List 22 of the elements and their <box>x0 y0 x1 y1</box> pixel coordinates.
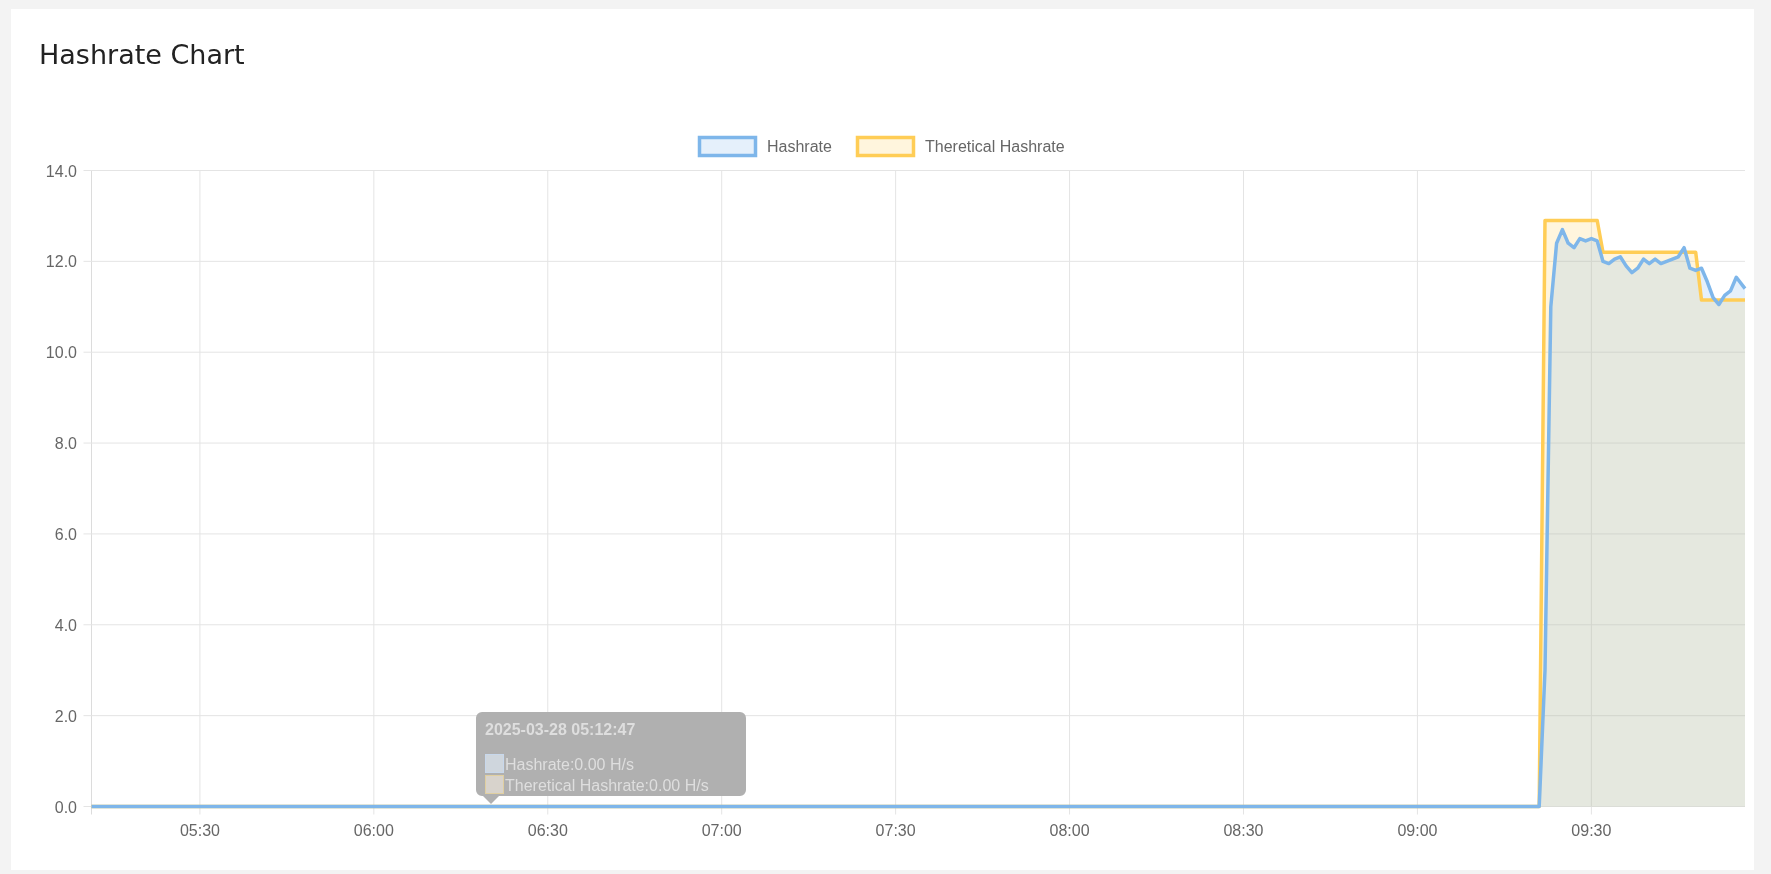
y-tick-label: 4.0 <box>54 616 77 634</box>
y-tick-label: 10.0 <box>45 344 77 362</box>
y-tick-label: 0.0 <box>54 798 77 816</box>
y-tick-label: 14.0 <box>45 162 77 180</box>
y-tick-label: 6.0 <box>54 525 77 543</box>
x-tick-label: 06:00 <box>353 822 394 839</box>
x-tick-label: 09:00 <box>1397 822 1438 839</box>
y-tick-label: 8.0 <box>54 435 77 453</box>
x-tick-label: 07:00 <box>701 822 742 839</box>
legend-swatch[interactable] <box>697 135 758 158</box>
chart-title: Hashrate Chart <box>38 38 246 72</box>
x-tick-label: 08:00 <box>1049 822 1090 839</box>
x-tick-label: 07:30 <box>875 822 916 839</box>
legend-label[interactable]: Hashrate <box>767 138 832 155</box>
x-tick-label: 06:30 <box>527 822 568 839</box>
legend-label[interactable]: Theretical Hashrate <box>925 138 1065 155</box>
x-tick-label: 08:30 <box>1223 822 1264 839</box>
y-tick-label: 2.0 <box>54 707 77 725</box>
y-tick-label: 12.0 <box>45 253 77 271</box>
legend-swatch[interactable] <box>855 135 916 158</box>
x-tick-label: 09:30 <box>1571 822 1612 839</box>
x-tick-label: 05:30 <box>179 822 220 839</box>
